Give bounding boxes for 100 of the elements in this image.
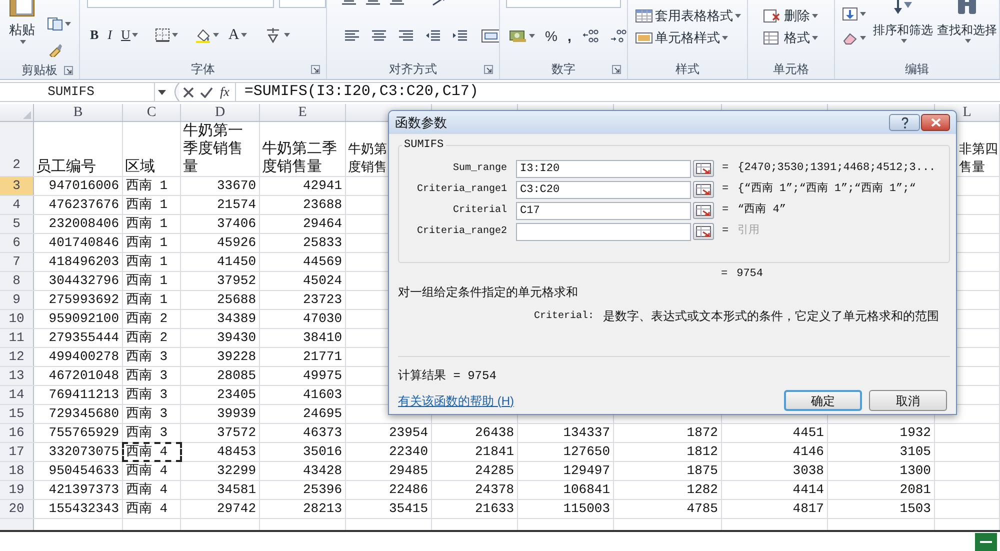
find-select-button[interactable]: 查找和选择 <box>937 0 997 59</box>
underline-button[interactable]: U <box>118 25 142 45</box>
row-header[interactable]: 15 <box>0 405 34 423</box>
cell-styles-button[interactable]: 单元格样式 <box>632 28 744 48</box>
table-cell-text: 39939 <box>216 405 256 424</box>
table-cell-text: 21771 <box>302 348 342 366</box>
table-cell-text: 49975 <box>302 367 342 386</box>
row-header[interactable]: 16 <box>0 424 34 442</box>
group-label: 单元格 <box>773 61 809 78</box>
table-cell-text: 43428 <box>302 462 342 480</box>
table-cell: 西南 1 <box>123 272 181 290</box>
table-cell-text: 23954 <box>388 424 428 442</box>
table-cell-text: 4414 <box>792 481 824 500</box>
table-cell-text: 476237676 <box>48 196 119 214</box>
table-cell-text: 48453 <box>216 443 256 462</box>
column-header[interactable]: D <box>181 104 260 121</box>
row-header[interactable]: 4 <box>0 196 34 214</box>
collapse-dialog-button[interactable] <box>693 181 714 198</box>
formula-text[interactable]: =SUMIFS(I3:I20,C3:C20,C17) <box>244 80 478 104</box>
row-header[interactable]: 5 <box>0 215 34 233</box>
table-header-cell-text: 区域 <box>124 158 155 176</box>
caret-icon <box>965 39 971 43</box>
table-header-cell-text: 非第四 售量 <box>958 140 998 176</box>
table-cell-text: 29742 <box>216 500 256 518</box>
help-link[interactable]: 有关该函数的帮助 (H) <box>398 392 514 410</box>
table-cell-text: 418496203 <box>48 253 119 272</box>
row-header[interactable]: 8 <box>0 272 34 290</box>
name-box[interactable]: SUMIFS <box>0 83 155 101</box>
row-header[interactable]: 3 <box>0 177 34 195</box>
decimal-decrease-icon <box>609 29 627 43</box>
cell-style-icon <box>635 31 653 45</box>
collapse-dialog-button[interactable] <box>693 160 714 177</box>
row-header[interactable]: 18 <box>0 462 34 480</box>
column-header[interactable]: E <box>260 104 346 121</box>
zoom-out-button[interactable] <box>975 533 997 551</box>
table-cell: 西南 3 <box>123 367 181 385</box>
argument-help-text: 是数字、表达式或文本形式的条件，它定义了单元格求和的范围 <box>603 308 940 325</box>
help-button[interactable] <box>889 114 920 131</box>
row-header[interactable]: 19 <box>0 481 34 499</box>
row-header[interactable]: 7 <box>0 253 34 271</box>
argument-result: 引用 <box>738 223 760 240</box>
input-field[interactable]: C17 <box>516 202 691 220</box>
table-cell-text: 37406 <box>216 215 256 234</box>
table-cell-text: 37952 <box>216 272 256 290</box>
bold-button[interactable]: B <box>87 25 102 45</box>
row-header[interactable]: 9 <box>0 291 34 309</box>
table-cell-text: 47030 <box>302 310 342 328</box>
comma-button[interactable]: , <box>564 26 574 46</box>
row-header[interactable]: 10 <box>0 310 34 328</box>
row-header[interactable]: 2 <box>0 122 34 176</box>
argument-result: {“西南 1”;“西南 1”;“西南 1”;“ <box>738 181 916 198</box>
argument-label: Criteria_range2 <box>416 224 507 239</box>
row-header[interactable]: 6 <box>0 234 34 252</box>
table-cell-text: 28085 <box>216 367 256 386</box>
table-icon <box>635 9 653 23</box>
close-button[interactable] <box>921 114 950 131</box>
table-cell-text: 33670 <box>216 177 256 196</box>
column-header[interactable]: C <box>123 104 181 121</box>
row-header[interactable]: 17 <box>0 443 34 461</box>
sort-filter-button[interactable]: 排序和筛选 <box>873 0 933 59</box>
percent-button[interactable]: % <box>542 26 560 46</box>
dialog-button[interactable]: 确定 <box>784 390 862 411</box>
range-picker-icon <box>696 163 711 174</box>
launcher-icon[interactable] <box>64 66 73 75</box>
format-as-table-button[interactable]: 套用表格格式 <box>632 6 744 26</box>
table-cell-text: 950454633 <box>48 462 119 480</box>
decimal-increase-icon <box>581 29 600 43</box>
paste-button[interactable]: 粘贴 <box>0 0 44 60</box>
input-field[interactable] <box>516 222 691 240</box>
range-picker-icon <box>696 205 711 216</box>
row-header[interactable]: 20 <box>0 500 34 518</box>
table-cell-text: 39430 <box>216 329 256 348</box>
row-header[interactable]: 13 <box>0 367 34 385</box>
column-header[interactable]: B <box>34 104 123 121</box>
argument-label: Sum_range <box>452 162 507 176</box>
collapse-dialog-button[interactable] <box>693 223 714 240</box>
range-picker-icon <box>696 184 711 195</box>
format-button[interactable]: 格式 <box>760 28 821 48</box>
insert-function-button[interactable]: fx <box>216 82 234 102</box>
delete-button[interactable]: 删除 <box>760 6 821 26</box>
table-cell-text: 42941 <box>302 177 342 196</box>
table-cell-text: 41450 <box>216 253 256 272</box>
row-header[interactable]: 14 <box>0 386 34 404</box>
table-cell: 西南 4 <box>123 443 181 461</box>
row-header[interactable]: 12 <box>0 348 34 366</box>
launcher-icon[interactable] <box>484 65 493 74</box>
table-cell-text: 23405 <box>216 386 256 404</box>
dialog-button[interactable]: 取消 <box>869 390 947 411</box>
merge-cells-icon <box>481 29 499 43</box>
launcher-icon[interactable] <box>311 65 320 74</box>
font-color-button[interactable]: A <box>225 25 250 45</box>
sort-icon <box>892 0 914 16</box>
check-icon <box>200 86 213 98</box>
italic-button[interactable]: I <box>104 25 116 45</box>
launcher-icon[interactable] <box>612 65 621 74</box>
input-field[interactable]: C3:C20 <box>516 180 691 198</box>
row-header[interactable]: 11 <box>0 329 34 347</box>
input-field[interactable]: I3:I20 <box>516 160 691 178</box>
table-cell: 西南 1 <box>123 234 181 252</box>
collapse-dialog-button[interactable] <box>693 202 714 219</box>
